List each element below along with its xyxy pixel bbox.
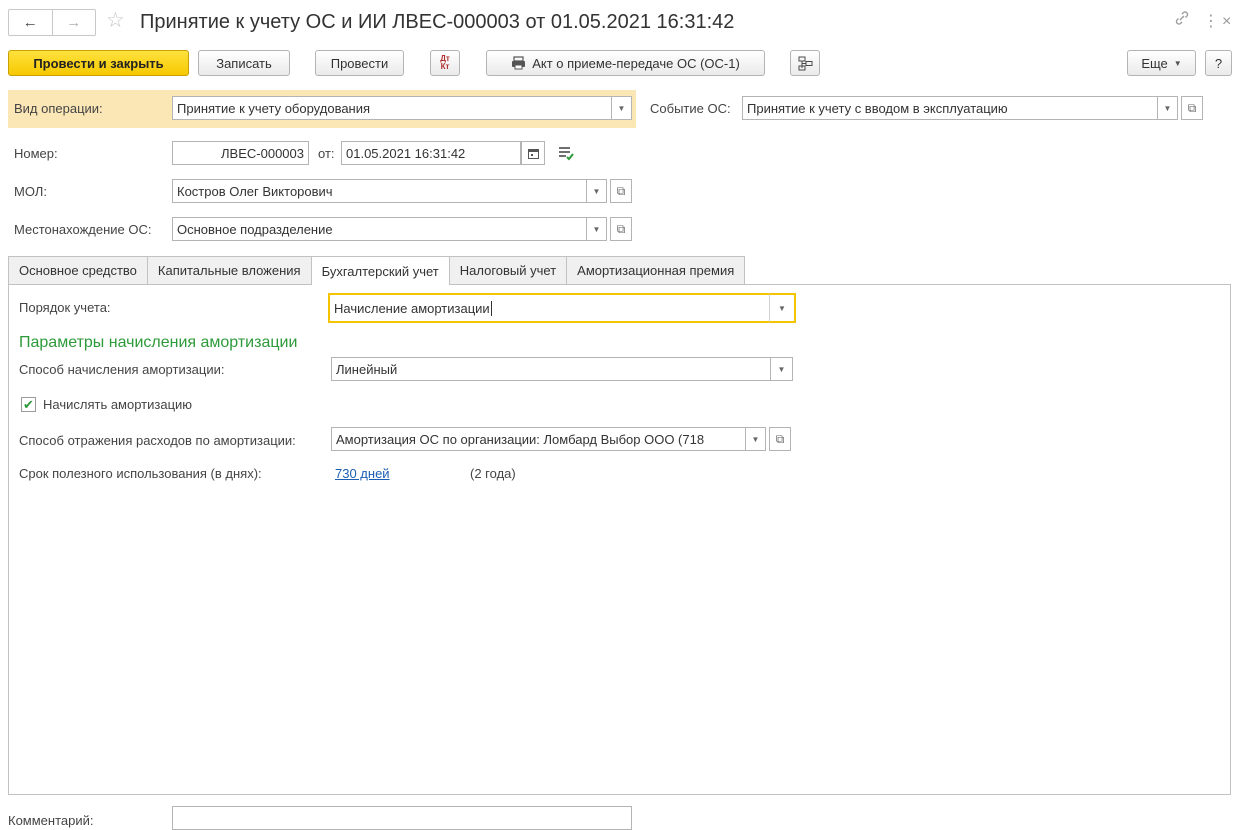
- tab-tax-accounting[interactable]: Налоговый учет: [448, 256, 568, 284]
- structure-button[interactable]: [790, 50, 820, 76]
- date-label: от:: [318, 146, 335, 161]
- mol-dropdown-icon[interactable]: ▼: [587, 179, 607, 203]
- dt-kt-icon: Дт Кт: [440, 54, 450, 71]
- life-value-link[interactable]: 730 дней: [335, 466, 390, 482]
- text-caret: [490, 300, 492, 316]
- dt-kt-button[interactable]: Дт Кт: [430, 50, 460, 76]
- expense-open-icon[interactable]: ⧉: [769, 427, 791, 451]
- charge-label: Начислять амортизацию: [43, 397, 193, 412]
- act-os1-label: Акт о приеме-передаче ОС (ОС-1): [532, 55, 740, 71]
- mol-field[interactable]: Костров Олег Викторович: [172, 179, 587, 203]
- section-title: Параметры начисления амортизации: [19, 334, 298, 351]
- printer-icon: [512, 56, 526, 70]
- event-open-icon[interactable]: ⧉: [1181, 96, 1203, 120]
- more-menu-icon[interactable]: ⋮: [1203, 9, 1219, 35]
- order-label: Порядок учета:: [19, 300, 111, 315]
- number-label: Номер:: [14, 146, 58, 161]
- order-value: Начисление амортизации: [334, 300, 490, 316]
- location-label: Местонахождение ОС:: [14, 222, 152, 237]
- navigation-buttons: ← →: [8, 9, 96, 36]
- forward-icon[interactable]: →: [51, 10, 96, 35]
- operation-label: Вид операции:: [14, 101, 103, 116]
- act-os1-button[interactable]: Акт о приеме-передаче ОС (ОС-1): [486, 50, 765, 76]
- event-dropdown-icon[interactable]: ▼: [1158, 96, 1178, 120]
- expense-label: Способ отражения расходов по амортизации…: [19, 433, 296, 448]
- mol-open-icon[interactable]: ⧉: [610, 179, 632, 203]
- expense-dropdown-icon[interactable]: ▼: [746, 427, 766, 451]
- life-label: Срок полезного использования (в днях):: [19, 466, 262, 481]
- mol-label: МОЛ:: [14, 184, 47, 199]
- document-history-icon[interactable]: [558, 145, 574, 164]
- location-open-icon[interactable]: ⧉: [610, 217, 632, 241]
- save-button[interactable]: Записать: [198, 50, 290, 76]
- life-note: (2 года): [470, 466, 516, 481]
- event-label: Событие ОС:: [650, 101, 731, 116]
- structure-icon: [798, 56, 812, 70]
- post-button[interactable]: Провести: [315, 50, 404, 76]
- method-label: Способ начисления амортизации:: [19, 362, 225, 377]
- calendar-icon[interactable]: [521, 141, 545, 165]
- comment-field[interactable]: [172, 806, 632, 830]
- chevron-down-icon: ▼: [1173, 58, 1182, 68]
- post-and-close-button[interactable]: Провести и закрыть: [8, 50, 189, 76]
- close-icon[interactable]: ×: [1222, 9, 1231, 35]
- method-dropdown-icon[interactable]: ▼: [771, 357, 793, 381]
- order-dropdown-icon[interactable]: ▼: [769, 293, 796, 323]
- date-field[interactable]: 01.05.2021 16:31:42: [341, 141, 521, 165]
- link-icon[interactable]: [1174, 9, 1190, 35]
- help-button[interactable]: ?: [1205, 50, 1232, 76]
- number-field[interactable]: ЛВЕС-000003: [172, 141, 309, 165]
- tab-fixed-asset[interactable]: Основное средство: [8, 256, 148, 284]
- event-field[interactable]: Принятие к учету с вводом в эксплуатацию: [742, 96, 1158, 120]
- operation-field[interactable]: Принятие к учету оборудования: [172, 96, 612, 120]
- window-title: Принятие к учету ОС и ИИ ЛВЕС-000003 от …: [140, 11, 735, 33]
- operation-dropdown-icon[interactable]: ▼: [612, 96, 632, 120]
- location-field[interactable]: Основное подразделение: [172, 217, 587, 241]
- tab-accounting[interactable]: Бухгалтерский учет: [310, 256, 450, 285]
- tab-capital-investments[interactable]: Капитальные вложения: [146, 256, 312, 284]
- tab-depreciation-bonus[interactable]: Амортизационная премия: [566, 256, 746, 284]
- location-dropdown-icon[interactable]: ▼: [587, 217, 607, 241]
- method-field[interactable]: Линейный: [331, 357, 771, 381]
- tab-bar: Основное средство Капитальные вложения Б…: [8, 256, 746, 285]
- order-field[interactable]: Начисление амортизации: [328, 293, 771, 323]
- more-label: Еще: [1141, 55, 1168, 71]
- more-button[interactable]: Еще ▼: [1127, 50, 1196, 76]
- back-icon[interactable]: ←: [9, 10, 52, 35]
- charge-checkbox[interactable]: ✔: [21, 397, 36, 412]
- expense-field[interactable]: Амортизация ОС по организации: Ломбард В…: [331, 427, 746, 451]
- favorite-star-icon[interactable]: ☆: [106, 8, 125, 34]
